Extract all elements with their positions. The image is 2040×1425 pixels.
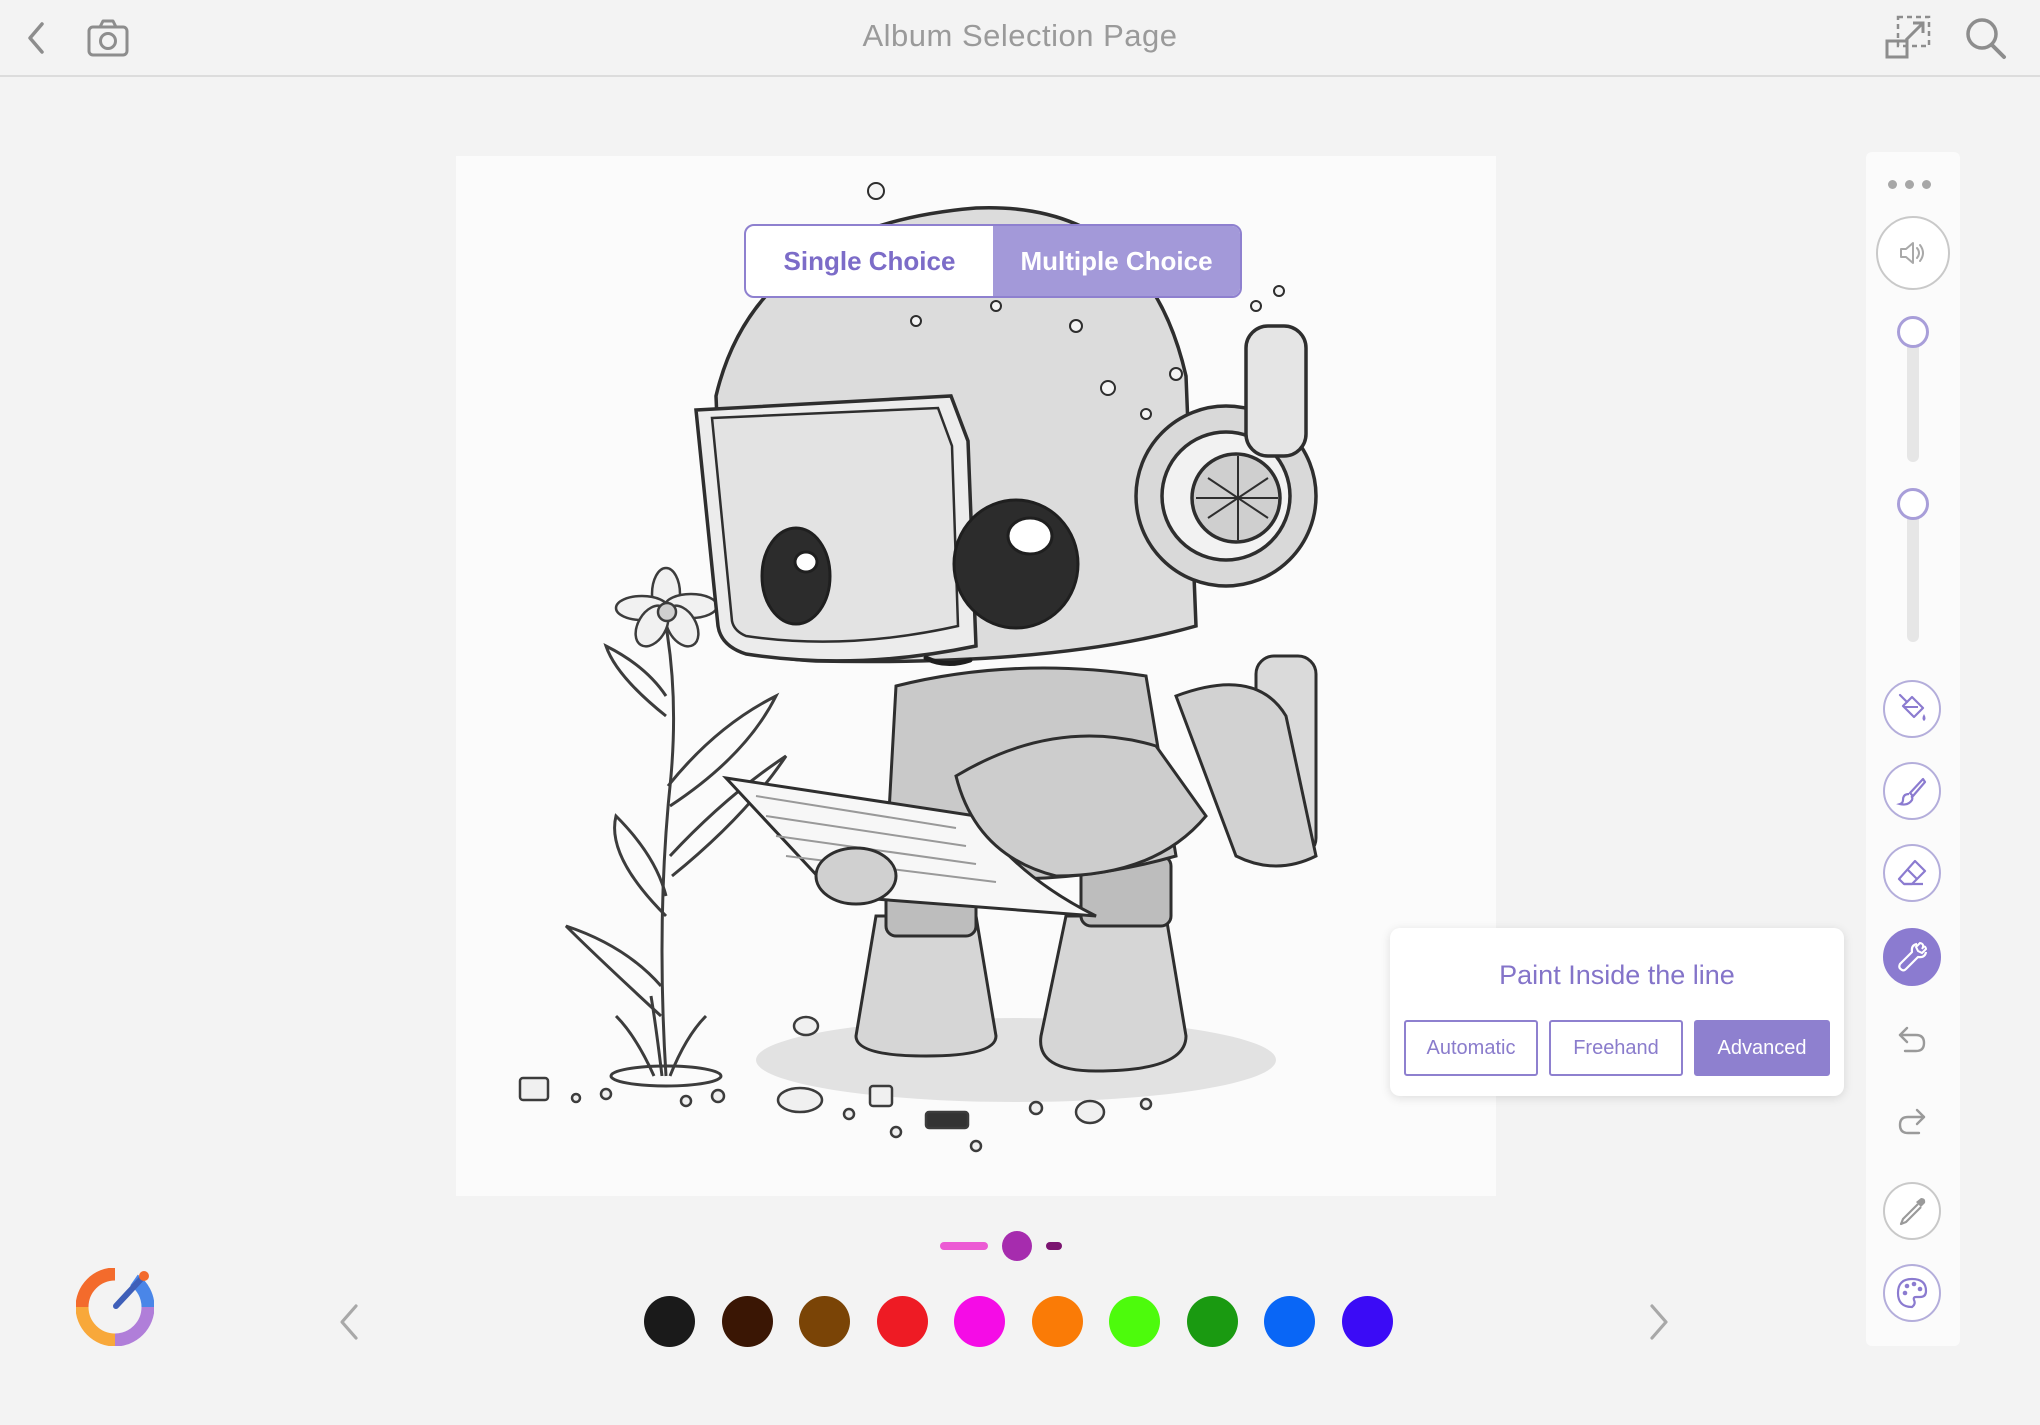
opacity-slider-track[interactable] xyxy=(1907,508,1919,642)
bucket-icon[interactable] xyxy=(1883,680,1941,738)
color-swatch[interactable] xyxy=(644,1296,695,1347)
more-icon[interactable] xyxy=(1888,180,1931,189)
volume-icon[interactable] xyxy=(1876,216,1950,290)
eraser-icon[interactable] xyxy=(1883,844,1941,902)
search-icon[interactable] xyxy=(1962,14,2010,62)
drawing-canvas[interactable]: Single Choice Multiple Choice xyxy=(456,156,1496,1196)
color-swatch[interactable] xyxy=(1264,1296,1315,1347)
palette-icon[interactable] xyxy=(1883,1264,1941,1322)
wrench-icon[interactable] xyxy=(1883,928,1941,986)
color-swatch[interactable] xyxy=(721,1296,773,1347)
color-swatch[interactable] xyxy=(1031,1296,1083,1347)
color-swatch[interactable] xyxy=(799,1296,850,1347)
single-choice-button[interactable]: Single Choice xyxy=(746,226,993,296)
eyedropper-icon[interactable] xyxy=(1883,1182,1941,1240)
color-swatch[interactable] xyxy=(1186,1296,1238,1347)
brush-icon[interactable] xyxy=(1883,762,1941,820)
paint-inside-popup: Paint Inside the line Automatic Freehand… xyxy=(1390,928,1844,1096)
advanced-button[interactable]: Advanced xyxy=(1694,1020,1830,1076)
app-logo xyxy=(75,1267,155,1347)
color-swatch[interactable] xyxy=(1109,1296,1160,1347)
choice-toggle: Single Choice Multiple Choice xyxy=(744,224,1242,298)
top-bar: Album Selection Page xyxy=(0,0,2040,77)
multiple-choice-button[interactable]: Multiple Choice xyxy=(993,226,1240,296)
palette-next-arrow[interactable] xyxy=(1638,1296,1678,1348)
color-swatch[interactable] xyxy=(1341,1296,1393,1347)
brush-size-indicator xyxy=(940,1231,1062,1261)
size-slider-knob[interactable] xyxy=(1897,316,1929,348)
robot-line-art xyxy=(518,182,1318,1153)
opacity-slider-knob[interactable] xyxy=(1897,488,1929,520)
color-swatch[interactable] xyxy=(876,1296,928,1347)
paint-inside-title: Paint Inside the line xyxy=(1499,960,1735,990)
undo-icon[interactable] xyxy=(1883,1010,1941,1068)
freehand-button[interactable]: Freehand xyxy=(1549,1020,1683,1076)
color-swatches xyxy=(644,1296,1393,1347)
right-toolbar xyxy=(1866,152,1960,1346)
fullscreen-icon[interactable] xyxy=(1884,14,1932,62)
size-slider-track[interactable] xyxy=(1907,332,1919,462)
color-swatch[interactable] xyxy=(954,1296,1005,1347)
redo-icon[interactable] xyxy=(1883,1092,1941,1150)
automatic-button[interactable]: Automatic xyxy=(1404,1020,1538,1076)
page-title: Album Selection Page xyxy=(862,18,1178,53)
palette-prev-arrow[interactable] xyxy=(330,1296,370,1348)
